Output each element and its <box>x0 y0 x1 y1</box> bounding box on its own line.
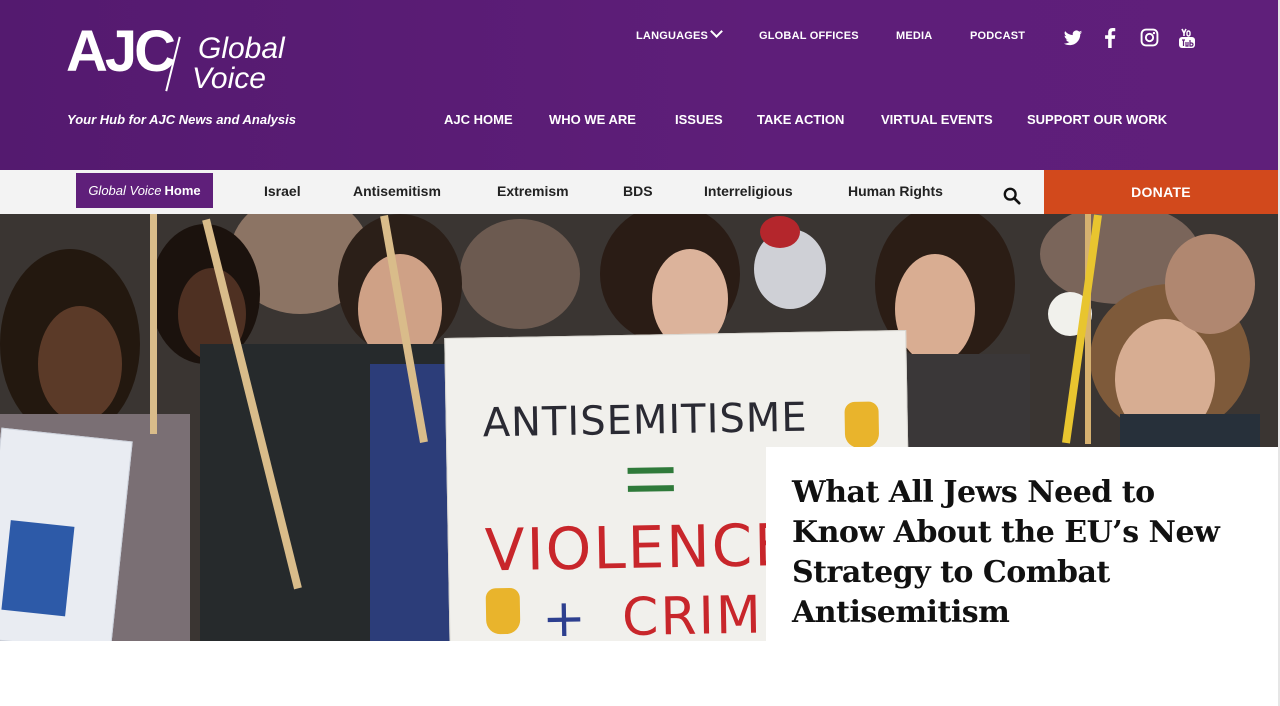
subnav-human-rights[interactable]: Human Rights <box>848 183 943 199</box>
nav-who-we-are[interactable]: WHO WE ARE <box>549 112 636 127</box>
hero-headline[interactable]: What All Jews Need to Know About the EU’… <box>792 473 1242 633</box>
youtube-icon[interactable] <box>1179 28 1195 48</box>
nav-support-our-work[interactable]: SUPPORT OUR WORK <box>1027 112 1167 127</box>
nav-issues[interactable]: ISSUES <box>675 112 723 127</box>
instagram-icon[interactable] <box>1140 28 1159 47</box>
sign-line-violence: VIOLENCE <box>484 511 794 585</box>
sign-equals-bottom <box>627 485 674 492</box>
facebook-icon[interactable] <box>1103 28 1117 48</box>
subnav-home-bold: Home <box>164 183 201 198</box>
hero-headline-card: What All Jews Need to Know About the EU’… <box>766 447 1278 641</box>
donate-button[interactable]: DONATE <box>1044 170 1278 214</box>
util-languages-label: LANGUAGES <box>636 30 709 42</box>
hand-icon <box>844 401 880 449</box>
left-sign-mark <box>1 520 75 617</box>
twitter-icon[interactable] <box>1063 28 1083 48</box>
sign-equals-top <box>627 467 674 474</box>
hand-icon <box>485 587 521 635</box>
nav-take-action[interactable]: TAKE ACTION <box>757 112 844 127</box>
sign-line-antisemitisme: ANTISEMITISME <box>482 394 808 447</box>
util-global-offices[interactable]: GLOBAL OFFICES <box>759 30 859 42</box>
subnav-home-italic: Global Voice <box>88 183 162 198</box>
sign-plus: + <box>541 588 587 641</box>
subnav-antisemitism[interactable]: Antisemitism <box>353 183 441 199</box>
util-languages[interactable]: LANGUAGES <box>636 25 723 42</box>
subnav-israel[interactable]: Israel <box>264 183 301 199</box>
site-header: AJC Global Voice Your Hub for AJC News a… <box>0 0 1280 170</box>
nav-virtual-events[interactable]: VIRTUAL EVENTS <box>881 112 993 127</box>
left-protest-sign <box>0 427 133 641</box>
subnav-extremism[interactable]: Extremism <box>497 183 569 199</box>
logo-brand: AJC <box>66 19 176 84</box>
subnav-interreligious[interactable]: Interreligious <box>704 183 793 199</box>
util-podcast[interactable]: PODCAST <box>970 30 1025 42</box>
tagline: Your Hub for AJC News and Analysis <box>67 112 296 127</box>
util-media[interactable]: MEDIA <box>896 30 932 42</box>
secondary-nav: Global Voice Home Israel Antisemitism Ext… <box>0 170 1280 214</box>
logo-line1: Global <box>198 32 285 65</box>
chevron-down-icon <box>710 25 723 38</box>
logo-line2: Voice <box>192 62 266 95</box>
search-icon[interactable] <box>1003 187 1023 207</box>
nav-ajc-home[interactable]: AJC HOME <box>444 112 513 127</box>
subnav-bds[interactable]: BDS <box>623 183 653 199</box>
subnav-global-voice-home[interactable]: Global Voice Home <box>76 173 213 208</box>
